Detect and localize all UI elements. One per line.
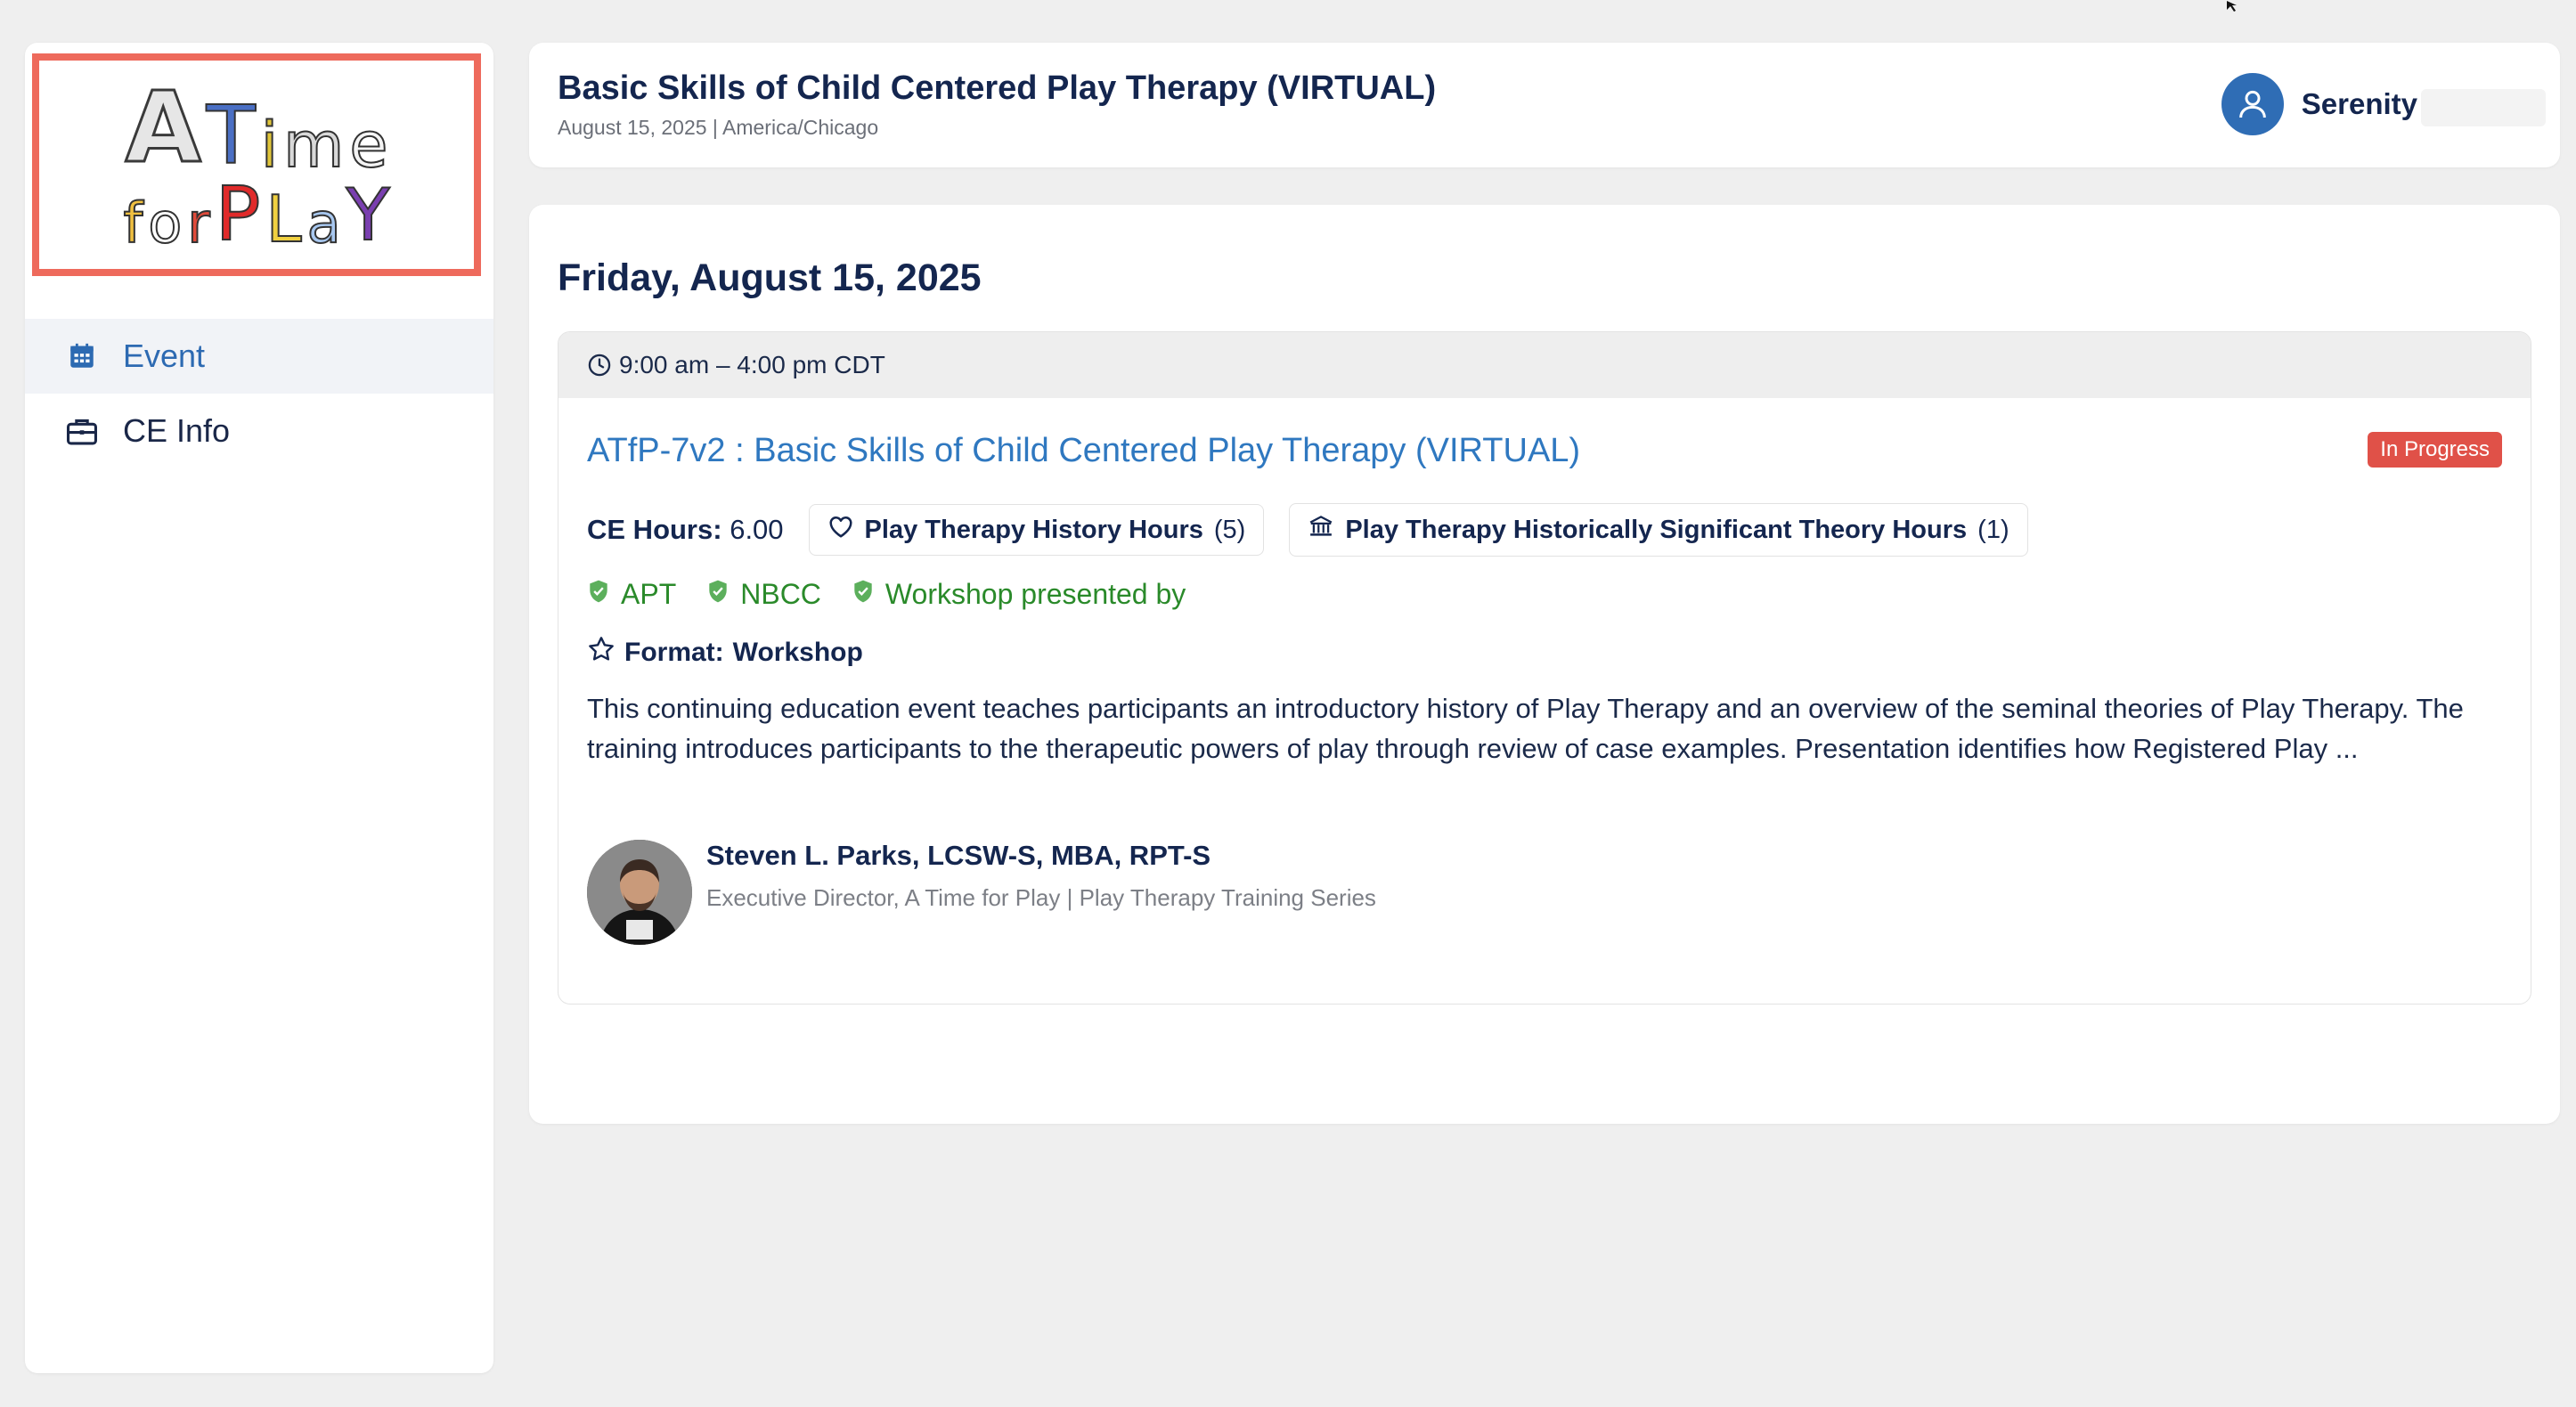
calendar-icon [64,338,100,374]
user-menu[interactable]: Serenity [2221,73,2417,135]
page-title: Basic Skills of Child Centered Play Ther… [558,69,1437,107]
approval-apt: APT [587,578,676,611]
format-value: Workshop [732,638,863,667]
sidebar: A T i m e f o r P L a Y Event CE Info [25,43,493,1373]
logo-letter: f [123,191,144,256]
ce-hours: CE Hours: 6.00 [587,514,784,546]
logo-letter: e [348,109,388,182]
logo-line-1: A T i m e [124,70,388,184]
institution-icon [1308,513,1334,547]
session-time-bar: 9:00 am – 4:00 pm CDT [558,332,2531,398]
chip-label: Play Therapy Historically Significant Th… [1345,515,1968,544]
format-row: Format: Workshop [587,635,863,671]
presenter-info: Steven L. Parks, LCSW-S, MBA, RPT-S Exec… [706,840,1376,912]
ce-category-chip: Play Therapy Historically Significant Th… [1289,503,2028,557]
logo-letter: Y [346,174,391,256]
approval-workshop: Workshop presented by [852,578,1186,611]
logo-letter: o [147,191,183,256]
logo-letter: A [124,70,202,184]
chip-count: (5) [1213,515,1246,544]
presenter-role: Executive Director, A Time for Play | Pl… [706,884,1376,911]
session-description: This continuing education event teaches … [587,693,2464,764]
heart-icon [827,514,854,546]
session-time: 9:00 am – 4:00 pm CDT [619,351,885,378]
sidebar-item-label: CE Info [123,412,231,449]
approval-label: NBCC [740,578,821,610]
logo-letter: P [215,170,262,257]
session-card: 9:00 am – 4:00 pm CDT ATfP-7v2 : Basic S… [558,331,2531,1004]
date-heading: Friday, August 15, 2025 [558,256,982,299]
event-date-timezone: August 15, 2025 | America/Chicago [558,116,879,139]
logo-letter: a [306,191,342,256]
logo-line-2: f o r P L a Y [123,170,391,257]
mouse-cursor-icon [2227,0,2246,16]
approval-label: Workshop presented by [884,578,1186,610]
chip-count: (1) [1977,515,2009,544]
ce-category-chip: Play Therapy History Hours (5) [808,504,1265,556]
logo-letter: i [260,109,280,182]
status-badge: In Progress [2368,432,2502,468]
approval-label: APT [621,578,677,610]
ce-hours-value: 6.00 [730,514,784,545]
approval-nbcc: NBCC [706,578,821,611]
shield-check-icon [852,578,875,611]
clock-icon [587,353,612,378]
ce-row: CE Hours: 6.00 Play Therapy History Hour… [587,503,2028,557]
presenter-name[interactable]: Steven L. Parks, LCSW-S, MBA, RPT-S [706,840,1376,872]
event-header: Basic Skills of Child Centered Play Ther… [529,43,2560,167]
chip-label: Play Therapy History Hours [864,515,1203,544]
logo[interactable]: A T i m e f o r P L a Y [32,53,481,276]
user-avatar-icon [2221,73,2284,135]
logo-letter: m [282,109,345,182]
briefcase-icon [64,413,100,449]
logo-letter: r [186,191,210,256]
star-icon [587,635,615,671]
logo-letter: L [265,182,302,256]
sidebar-item-ce-info[interactable]: CE Info [25,394,493,468]
presenter: Steven L. Parks, LCSW-S, MBA, RPT-S Exec… [587,840,1376,945]
format-label: Format: [624,638,724,667]
sidebar-item-label: Event [123,338,206,374]
session-title-link[interactable]: ATfP-7v2 : Basic Skills of Child Centere… [587,432,1580,470]
presenter-avatar [587,840,692,945]
shield-check-icon [706,578,730,611]
main-content: Friday, August 15, 2025 9:00 am – 4:00 p… [529,205,2560,1124]
user-name: Serenity [2301,87,2417,120]
ce-hours-label: CE Hours: [587,514,722,545]
approvals: APT NBCC Workshop presented by [587,578,1186,611]
user-name-redacted [2421,89,2546,126]
shield-check-icon [587,578,610,611]
sidebar-item-event[interactable]: Event [25,319,493,394]
logo-letter: T [206,89,257,183]
